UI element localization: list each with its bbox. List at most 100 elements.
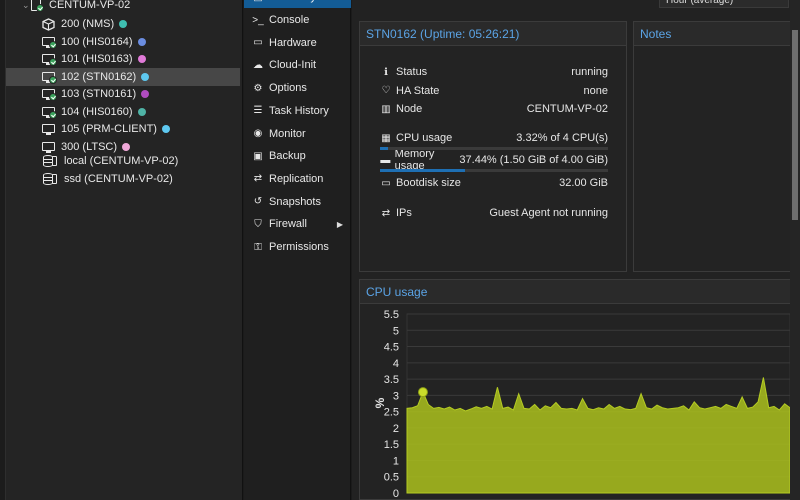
tree-guest-102[interactable]: 102 (STN0162) — [6, 67, 240, 86]
nav-label: Console — [269, 14, 310, 26]
hdd-icon: ▭ — [381, 177, 391, 189]
eye-icon: ◉ — [253, 128, 263, 139]
building-icon: ▥ — [381, 103, 391, 115]
nav-replication[interactable]: ⇄ Replication — [244, 168, 351, 190]
tree-guest-105[interactable]: 105 (PRM-CLIENT) — [6, 120, 240, 138]
vm-monitor-icon — [42, 53, 57, 66]
chart-y-tick-label: 0 — [393, 488, 399, 500]
gear-icon: ⚙ — [253, 82, 263, 94]
list-icon: ☰ — [253, 105, 263, 117]
nav-summary[interactable]: ▤ Summary — [244, 0, 351, 8]
vm-monitor-icon — [42, 71, 57, 84]
nav-label: Snapshots — [269, 195, 321, 208]
tag-dot — [137, 107, 146, 116]
nav-task-history[interactable]: ☰ Task History — [244, 100, 351, 122]
tree-guest-label: 100 (HIS0164) — [61, 35, 133, 48]
cloud-icon: ☁ — [253, 59, 263, 71]
scrollbar[interactable] — [790, 0, 800, 500]
nav-options[interactable]: ⚙ Options — [244, 77, 351, 99]
status-row-node: ▥ Node CENTUM-VP-02 — [380, 102, 608, 116]
cpu-chart: 00.511.522.533.544.555.5% — [373, 309, 791, 500]
history-icon: ↺ — [253, 196, 263, 208]
status-key: ⇄ IPs — [380, 207, 489, 219]
nav-snapshots[interactable]: ↺ Snapshots — [244, 191, 351, 213]
container-icon — [42, 18, 56, 31]
status-row-bootdisk: ▭ Bootdisk size 32.00 GiB — [380, 176, 608, 190]
tree-node-row[interactable]: ⌄ CENTUM-VP-02 — [6, 0, 240, 14]
nav-label: Task History — [269, 104, 329, 117]
tag-dot — [137, 55, 146, 63]
status-row-ha-state: ♡ HA State none — [380, 84, 608, 98]
tree-guest-200[interactable]: 200 (NMS) — [6, 15, 240, 33]
submenu-arrow-icon: ▶ — [336, 219, 343, 229]
chart-y-tick-label: 3.5 — [384, 374, 399, 386]
status-key: ▦ CPU usage — [380, 132, 516, 144]
nav-label: Firewall — [269, 218, 307, 231]
tag-dot — [119, 20, 128, 28]
status-value: 37.44% (1.50 GiB of 4.00 GiB) — [459, 154, 608, 166]
tree-guest-label: 104 (HIS0160) — [61, 105, 133, 118]
vm-monitor-icon — [42, 88, 57, 101]
tree-guest-label: 300 (LTSC) — [61, 140, 118, 153]
status-row-ips: ⇄ IPs Guest Agent not running — [380, 206, 608, 220]
book-icon: ▤ — [252, 0, 264, 3]
nav-cloud-init[interactable]: ☁ Cloud-Init — [244, 54, 351, 76]
nav-label: Permissions — [269, 241, 329, 253]
tree-guest-103[interactable]: 103 (STN0161) — [6, 85, 240, 103]
retweet-icon: ⇄ — [253, 173, 263, 185]
chart-y-tick-label: 4.5 — [384, 342, 399, 354]
desktop-icon: ▭ — [253, 37, 263, 49]
cpu-progress-bar-fill — [380, 147, 388, 150]
nav-label: Backup — [269, 150, 306, 163]
nav-label: Replication — [269, 172, 324, 185]
vm-monitor-icon — [42, 106, 57, 119]
status-key: ♡ HA State — [380, 85, 584, 97]
status-row-cpu: ▦ CPU usage 3.32% of 4 CPU(s) — [380, 131, 608, 145]
tree-storage-label: local (CENTUM-VP-02) — [64, 155, 179, 167]
status-key-label: Node — [396, 103, 423, 115]
server-icon — [30, 0, 44, 12]
status-key: ▥ Node — [380, 103, 527, 115]
chart-y-tick-label: 5 — [393, 325, 399, 337]
chart-y-tick-label: 1.5 — [384, 439, 399, 451]
status-value: 3.32% of 4 CPU(s) — [516, 132, 608, 144]
terminal-icon: >_ — [252, 14, 264, 26]
cpu-chart-title: CPU usage — [360, 280, 799, 304]
nav-permissions[interactable]: ⚿ Permissions — [244, 236, 351, 258]
tree-guest-101[interactable]: 101 (HIS0163) — [6, 50, 240, 68]
tree-guest-label: 103 (STN0161) — [61, 88, 137, 100]
resource-tree: ⌄ CENTUM-VP-02 200 (NMS) 100 (HIS0164) 101… — [0, 0, 243, 500]
notes-panel[interactable]: Notes — [633, 21, 800, 272]
timeframe-selector[interactable]: Hour (average) — [659, 0, 789, 8]
chart-y-tick-label: 1 — [393, 455, 399, 467]
exchange-icon: ⇄ — [381, 207, 391, 219]
chart-y-tick-label: 2 — [393, 423, 399, 435]
tag-dot — [161, 125, 170, 133]
nav-backup[interactable]: ▣ Backup — [244, 145, 351, 167]
tree-storage-label: ssd (CENTUM-VP-02) — [64, 173, 173, 185]
vm-monitor-icon — [42, 36, 57, 49]
nav-monitor[interactable]: ◉ Monitor — [244, 123, 351, 145]
tree-storage-0[interactable]: local (CENTUM-VP-02) — [6, 152, 240, 170]
storage-icon — [42, 155, 59, 167]
vm-navigation: ▤ Summary >_ Console ▭ Hardware ☁ Cloud-Init ⚙ Op… — [244, 0, 351, 500]
tree-guest-100[interactable]: 100 (HIS0164) — [6, 33, 240, 51]
nav-firewall[interactable]: ⛉ Firewall ▶ — [244, 213, 351, 235]
status-key: ▭ Bootdisk size — [380, 177, 559, 189]
content-area: Hour (average) STN0162 (Uptime: 05:26:21… — [352, 0, 800, 500]
nav-console[interactable]: >_ Console — [244, 9, 351, 31]
tree-storage-1[interactable]: ssd (CENTUM-VP-02) — [6, 170, 240, 188]
nav-hardware[interactable]: ▭ Hardware — [244, 32, 351, 54]
tree-guest-label: 105 (PRM-CLIENT) — [61, 123, 157, 135]
scrollbar-thumb[interactable] — [792, 30, 798, 220]
status-panel: STN0162 (Uptime: 05:26:21) ℹ Status runnin… — [359, 21, 627, 272]
chart-y-tick-label: 3 — [393, 390, 399, 402]
nav-label: Hardware — [269, 36, 317, 49]
shield-icon: ⛉ — [254, 218, 262, 230]
tree-guest-label: 102 (STN0162) — [61, 70, 137, 83]
status-value: 32.00 GiB — [559, 177, 608, 189]
status-value: Guest Agent not running — [489, 207, 608, 219]
memory-icon: ▬ — [380, 154, 391, 166]
tree-guest-104[interactable]: 104 (HIS0160) — [6, 103, 240, 121]
tag-dot — [137, 37, 146, 46]
